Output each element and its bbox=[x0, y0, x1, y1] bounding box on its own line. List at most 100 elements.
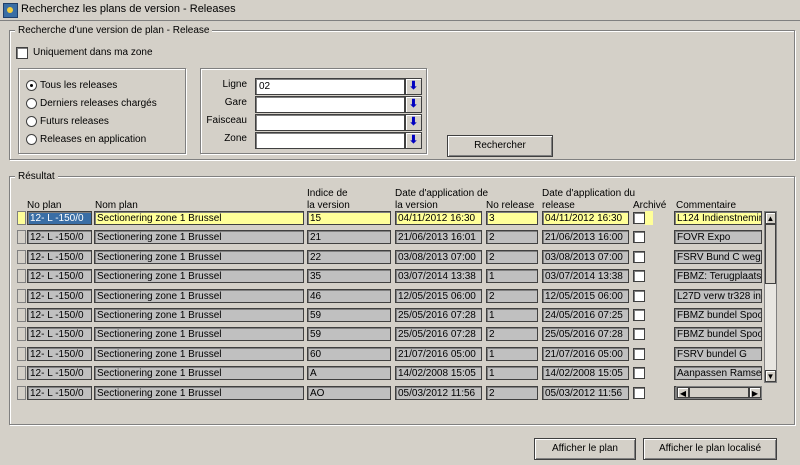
cell-no-release[interactable]: 2 bbox=[486, 288, 538, 303]
radio-future-releases[interactable] bbox=[26, 116, 37, 127]
archive-checkbox[interactable] bbox=[633, 231, 645, 244]
cell-date-version[interactable]: 03/07/2014 13:38 bbox=[395, 269, 482, 284]
cell-no-plan[interactable]: 12- L -150/0 bbox=[27, 230, 92, 245]
cell-date-version[interactable]: 25/05/2016 07:28 bbox=[395, 308, 482, 322]
row-selector[interactable] bbox=[17, 230, 26, 245]
cell-date-version[interactable]: 12/05/2015 06:00 bbox=[395, 288, 482, 303]
archive-checkbox[interactable] bbox=[633, 309, 645, 321]
cell-commentaire[interactable]: FOVR Expo bbox=[674, 230, 762, 245]
cell-no-release[interactable]: 1 bbox=[486, 269, 538, 284]
archive-checkbox[interactable] bbox=[633, 250, 645, 263]
cell-no-plan[interactable]: 12- L -150/0 bbox=[27, 346, 92, 361]
cell-date-release[interactable]: 03/07/2014 13:38 bbox=[542, 269, 629, 284]
archive-checkbox[interactable] bbox=[633, 212, 645, 224]
cell-commentaire[interactable]: Aanpassen Ramses bbox=[674, 366, 762, 381]
gare-lov-button[interactable]: ⬇ bbox=[405, 96, 422, 113]
cell-indice[interactable]: 15 bbox=[307, 211, 391, 225]
cell-date-version[interactable]: 05/03/2012 11:56 bbox=[395, 385, 482, 400]
cell-no-plan[interactable]: 12- L -150/0 bbox=[27, 308, 92, 322]
cell-nom-plan[interactable]: Sectionering zone 1 Brussel bbox=[94, 346, 304, 361]
archive-checkbox[interactable] bbox=[633, 367, 645, 380]
cell-nom-plan[interactable]: Sectionering zone 1 Brussel bbox=[94, 249, 304, 264]
gare-input[interactable] bbox=[255, 96, 405, 113]
row-selector[interactable] bbox=[17, 327, 26, 342]
cell-date-release[interactable]: 25/05/2016 07:28 bbox=[542, 327, 629, 342]
cell-no-plan[interactable]: 12- L -150/0 bbox=[27, 249, 92, 264]
cell-indice[interactable]: 35 bbox=[307, 269, 391, 284]
row-selector[interactable] bbox=[17, 366, 26, 381]
cell-commentaire[interactable]: FBMZ: Terugplaatser bbox=[674, 269, 762, 284]
radio-all-releases[interactable] bbox=[26, 80, 37, 91]
cell-date-release[interactable]: 14/02/2008 15:05 bbox=[542, 366, 629, 381]
cell-date-release[interactable]: 03/08/2013 07:00 bbox=[542, 249, 629, 264]
cell-date-release[interactable]: 04/11/2012 16:30 bbox=[542, 211, 629, 225]
radio-last-loaded[interactable] bbox=[26, 98, 37, 109]
faisceau-input[interactable] bbox=[255, 114, 405, 131]
cell-commentaire[interactable]: FSRV bundel G bbox=[674, 346, 762, 361]
cell-no-plan[interactable]: 12- L -150/0 bbox=[27, 269, 92, 284]
archive-checkbox[interactable] bbox=[633, 289, 645, 302]
zone-input[interactable] bbox=[255, 132, 405, 149]
cell-nom-plan[interactable]: Sectionering zone 1 Brussel bbox=[94, 308, 304, 322]
row-selector[interactable] bbox=[17, 385, 26, 400]
row-selector[interactable] bbox=[17, 308, 26, 322]
cell-date-version[interactable]: 21/07/2016 05:00 bbox=[395, 346, 482, 361]
cell-commentaire[interactable]: L124 Indienstneming bbox=[674, 211, 762, 225]
cell-no-plan[interactable]: 12- L -150/0 bbox=[27, 211, 92, 225]
scroll-up-button[interactable]: ▲ bbox=[765, 212, 776, 224]
cell-indice[interactable]: 22 bbox=[307, 249, 391, 264]
scroll-right-button[interactable]: ▶ bbox=[749, 387, 761, 398]
cell-nom-plan[interactable]: Sectionering zone 1 Brussel bbox=[94, 366, 304, 381]
cell-date-version[interactable]: 14/02/2008 15:05 bbox=[395, 366, 482, 381]
cell-nom-plan[interactable]: Sectionering zone 1 Brussel bbox=[94, 327, 304, 342]
scroll-thumb[interactable] bbox=[765, 224, 776, 284]
archive-checkbox[interactable] bbox=[633, 386, 645, 399]
cell-commentaire[interactable]: FBMZ bundel Spoor bbox=[674, 327, 762, 342]
cell-date-release[interactable]: 21/06/2013 16:00 bbox=[542, 230, 629, 245]
zone-lov-button[interactable]: ⬇ bbox=[405, 132, 422, 149]
row-selector[interactable] bbox=[17, 346, 26, 361]
row-selector[interactable] bbox=[17, 288, 26, 303]
cell-date-version[interactable]: 25/05/2016 07:28 bbox=[395, 327, 482, 342]
cell-no-plan[interactable]: 12- L -150/0 bbox=[27, 327, 92, 342]
radio-releases-in-application[interactable] bbox=[26, 134, 37, 145]
cell-indice[interactable]: 21 bbox=[307, 230, 391, 245]
cell-no-release[interactable]: 3 bbox=[486, 211, 538, 225]
cell-no-plan[interactable]: 12- L -150/0 bbox=[27, 385, 92, 400]
cell-indice[interactable]: 59 bbox=[307, 327, 391, 342]
cell-no-release[interactable]: 1 bbox=[486, 366, 538, 381]
ligne-input[interactable]: 02 bbox=[255, 78, 405, 95]
cell-indice[interactable]: 59 bbox=[307, 308, 391, 322]
cell-nom-plan[interactable]: Sectionering zone 1 Brussel bbox=[94, 211, 304, 225]
faisceau-lov-button[interactable]: ⬇ bbox=[405, 114, 422, 131]
cell-date-version[interactable]: 03/08/2013 07:00 bbox=[395, 249, 482, 264]
archive-checkbox[interactable] bbox=[633, 347, 645, 360]
cell-no-release[interactable]: 2 bbox=[486, 230, 538, 245]
row-selector[interactable] bbox=[17, 211, 26, 225]
cell-indice[interactable]: A bbox=[307, 366, 391, 381]
cell-nom-plan[interactable]: Sectionering zone 1 Brussel bbox=[94, 269, 304, 284]
vertical-scrollbar[interactable]: ▲ ▼ bbox=[764, 211, 777, 383]
cell-commentaire[interactable]: FSRV Bund C wegn bbox=[674, 249, 762, 264]
cell-indice[interactable]: 46 bbox=[307, 288, 391, 303]
show-plan-button[interactable]: Afficher le plan bbox=[534, 438, 636, 460]
cell-date-release[interactable]: 12/05/2015 06:00 bbox=[542, 288, 629, 303]
cell-nom-plan[interactable]: Sectionering zone 1 Brussel bbox=[94, 230, 304, 245]
cell-no-release[interactable]: 1 bbox=[486, 308, 538, 322]
cell-nom-plan[interactable]: Sectionering zone 1 Brussel bbox=[94, 288, 304, 303]
cell-no-plan[interactable]: 12- L -150/0 bbox=[27, 366, 92, 381]
archive-checkbox[interactable] bbox=[633, 328, 645, 341]
only-my-zone-checkbox[interactable] bbox=[16, 47, 28, 59]
cell-no-release[interactable]: 2 bbox=[486, 327, 538, 342]
cell-no-release[interactable]: 1 bbox=[486, 346, 538, 361]
cell-indice[interactable]: AO bbox=[307, 385, 391, 400]
cell-no-release[interactable]: 2 bbox=[486, 385, 538, 400]
cell-indice[interactable]: 60 bbox=[307, 346, 391, 361]
ligne-lov-button[interactable]: ⬇ bbox=[405, 78, 422, 95]
cell-no-release[interactable]: 2 bbox=[486, 249, 538, 264]
cell-commentaire[interactable]: L27D verw tr328 inv bbox=[674, 288, 762, 303]
cell-commentaire[interactable]: FBMZ bundel Spoor bbox=[674, 308, 762, 322]
cell-date-release[interactable]: 05/03/2012 11:56 bbox=[542, 385, 629, 400]
cell-date-version[interactable]: 21/06/2013 16:01 bbox=[395, 230, 482, 245]
row-selector[interactable] bbox=[17, 269, 26, 284]
